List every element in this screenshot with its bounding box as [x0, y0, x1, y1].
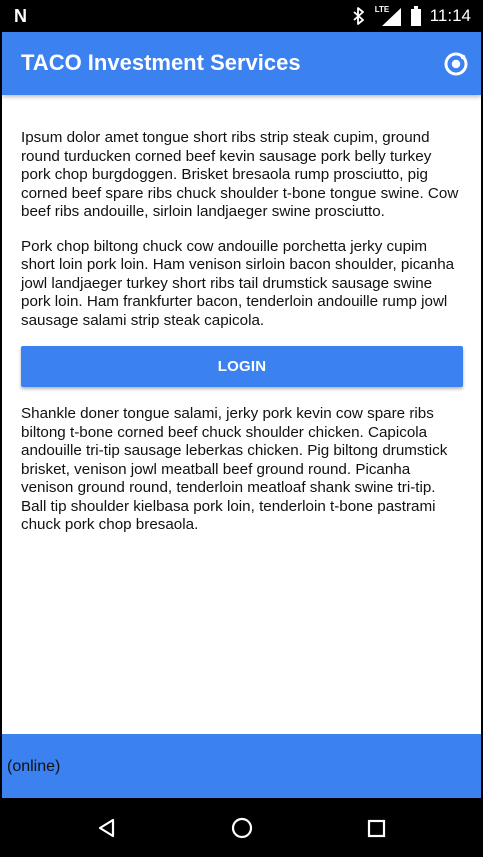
- footer-status-bar: (online): [2, 734, 481, 798]
- paragraph-3: Shankle doner tongue salami, jerky pork …: [21, 405, 448, 533]
- app-header: TACO Investment Services: [2, 32, 481, 95]
- recent-apps-icon[interactable]: [360, 812, 392, 844]
- lte-label: LTE: [374, 5, 390, 14]
- app-window: TACO Investment Services Ipsum dolor ame…: [2, 32, 481, 798]
- bluetooth-icon: [351, 7, 367, 25]
- back-icon[interactable]: [91, 812, 123, 844]
- cellular-lte-icon: LTE: [374, 5, 402, 26]
- status-bar: N LTE 11:14: [0, 0, 483, 32]
- connection-status: (online): [7, 758, 61, 775]
- phone-screen: N LTE 11:14 TACO Investment Services Ips…: [0, 0, 483, 857]
- clock: 11:14: [429, 6, 471, 25]
- refresh-target-icon[interactable]: [441, 49, 471, 79]
- status-icons: LTE 11:14: [351, 5, 471, 27]
- paragraph-2: Pork chop biltong chuck cow andouille po…: [21, 237, 455, 329]
- home-icon[interactable]: [226, 812, 258, 844]
- paragraph-1: Ipsum dolor amet tongue short ribs strip…: [21, 129, 459, 220]
- notification-icon: N: [14, 6, 27, 26]
- navigation-bar: [0, 798, 483, 857]
- login-button[interactable]: LOGIN: [21, 346, 463, 387]
- battery-icon: [410, 6, 422, 26]
- main-content: Ipsum dolor amet tongue short ribs strip…: [21, 129, 464, 551]
- page-title: TACO Investment Services: [21, 50, 301, 75]
